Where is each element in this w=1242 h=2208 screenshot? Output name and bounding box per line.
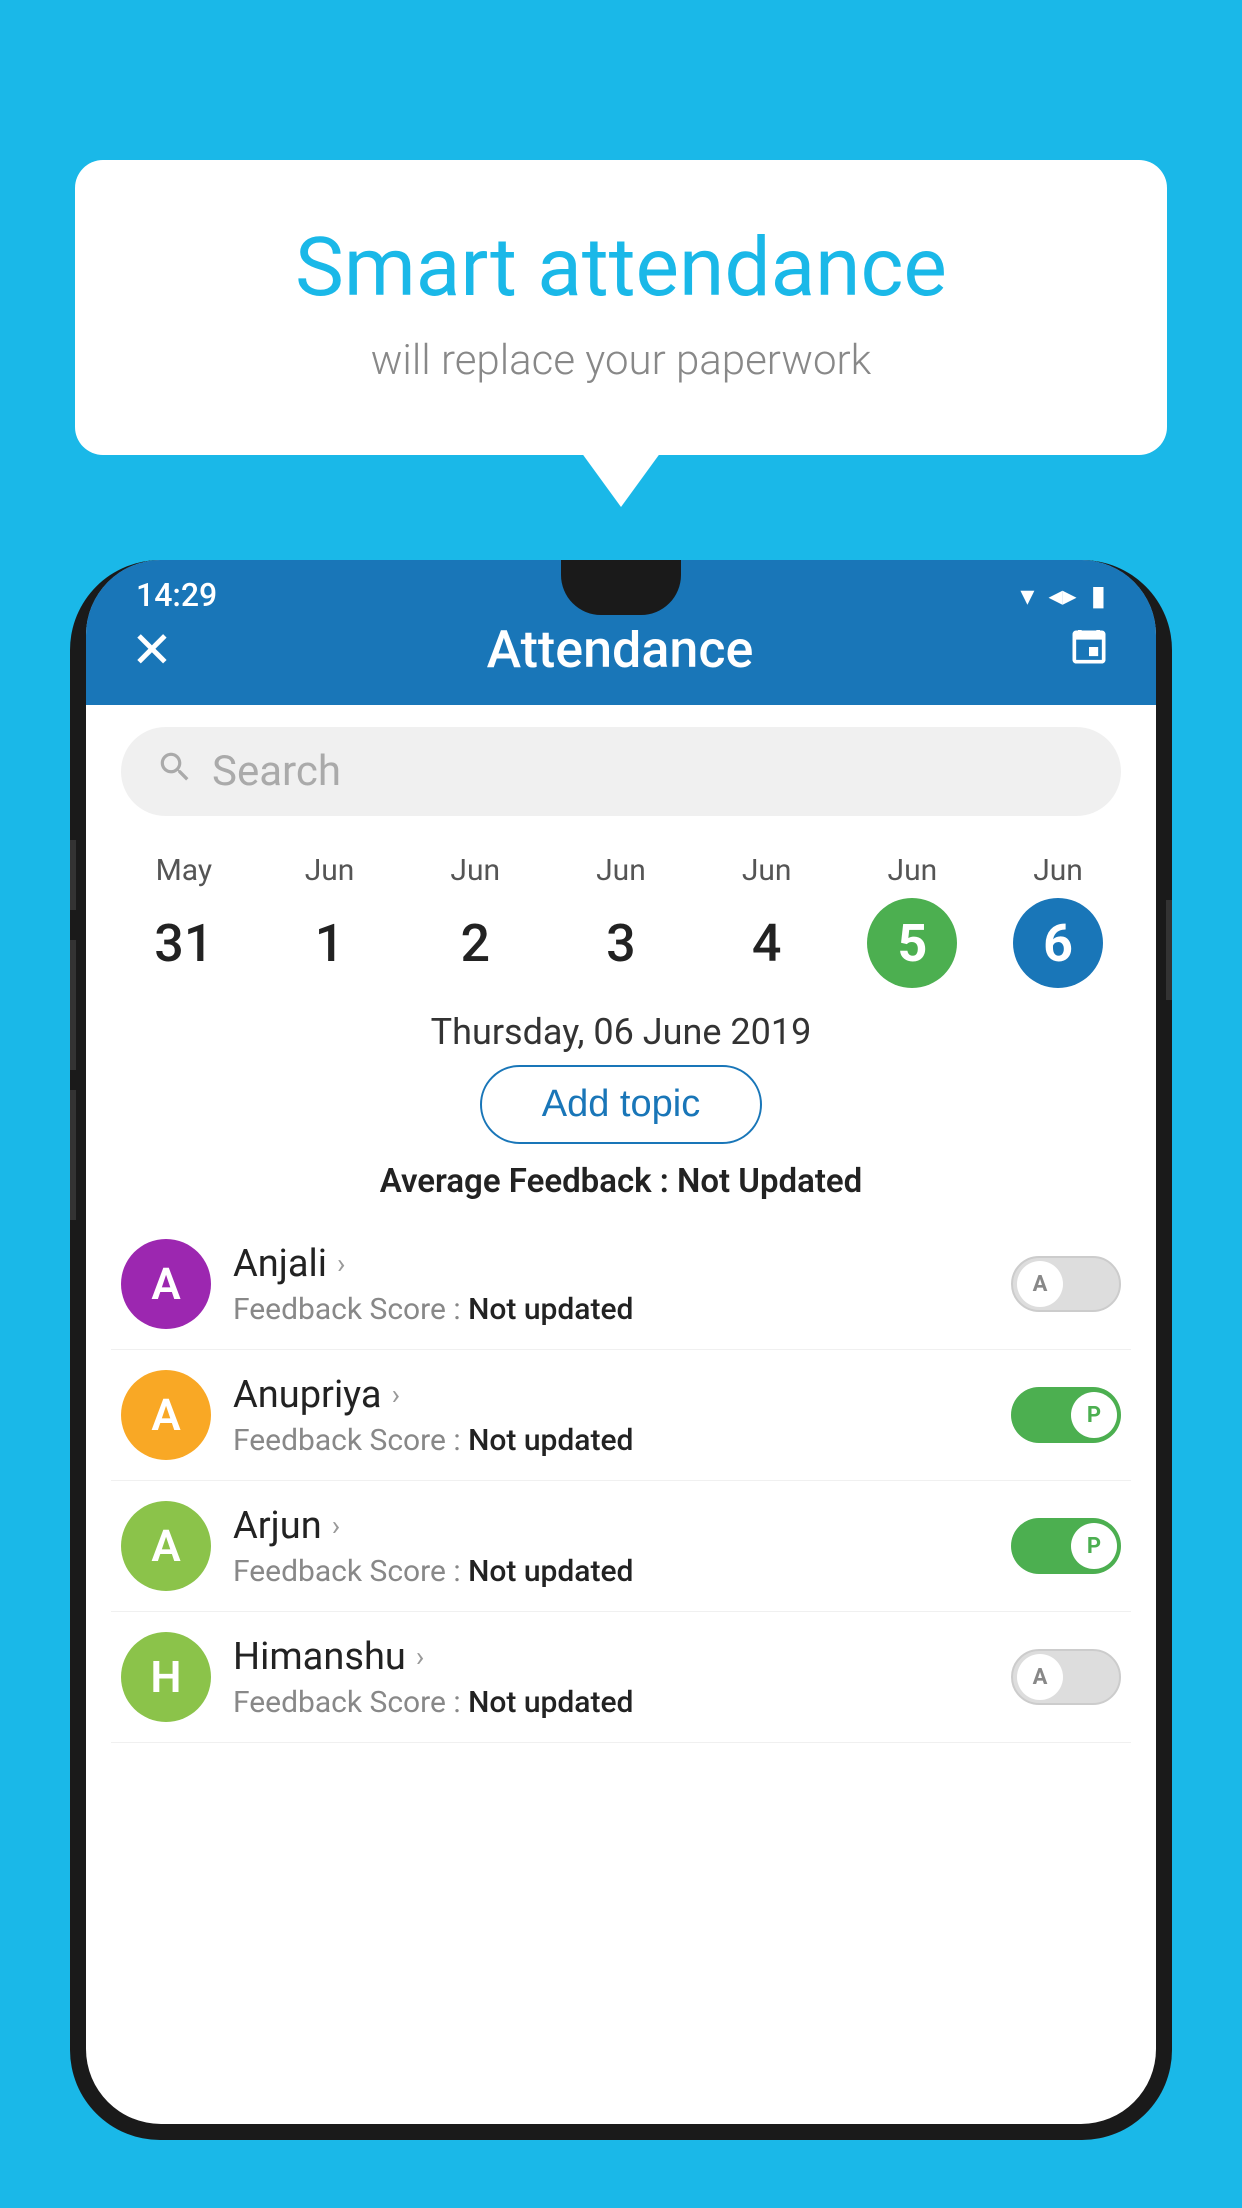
chevron-icon: › [392, 1378, 400, 1411]
student-list: AAnjali ›Feedback Score : Not updatedAAA… [86, 1219, 1156, 1743]
calendar-day[interactable]: Jun 4 [722, 853, 812, 988]
attendance-toggle[interactable]: A [1011, 1649, 1121, 1705]
mute-button [70, 840, 76, 910]
calendar-day[interactable]: May 31 [139, 853, 229, 988]
average-feedback: Average Feedback : Not Updated [86, 1162, 1156, 1201]
avg-feedback-value: Not Updated [677, 1162, 862, 1201]
cal-month-label: Jun [742, 853, 792, 888]
search-icon [156, 748, 194, 796]
power-button [1166, 900, 1172, 1000]
search-bar[interactable]: Search [121, 727, 1121, 816]
notch [561, 560, 681, 615]
cal-date-label: 1 [285, 898, 375, 988]
search-placeholder: Search [212, 747, 341, 796]
student-info: Anjali › Feedback Score : Not updated [233, 1242, 989, 1327]
calendar-day[interactable]: Jun 3 [576, 853, 666, 988]
volume-down-button [70, 1090, 76, 1220]
cal-date-label: 4 [722, 898, 812, 988]
cal-date-label: 5 [867, 898, 957, 988]
battery-icon: ▮ [1091, 579, 1106, 612]
signal-icon: ◂▸ [1048, 579, 1076, 612]
chevron-icon: › [416, 1640, 424, 1673]
feedback-score: Feedback Score : Not updated [233, 1554, 989, 1589]
student-name: Arjun › [233, 1504, 989, 1548]
avg-feedback-label: Average Feedback : [380, 1162, 669, 1201]
attendance-toggle[interactable]: P [1011, 1387, 1121, 1443]
speech-bubble: Smart attendance will replace your paper… [75, 160, 1167, 455]
cal-month-label: Jun [888, 853, 938, 888]
avatar: A [121, 1370, 211, 1460]
student-item[interactable]: A Anjali › Feedback Score : Not updated A [111, 1219, 1131, 1350]
student-item[interactable]: A Anupriya › Feedback Score : Not updated P [111, 1350, 1131, 1481]
cal-month-label: Jun [305, 853, 355, 888]
calendar-day[interactable]: Jun 1 [285, 853, 375, 988]
phone-screen: 14:29 ▾ ◂▸ ▮ ✕ Attendance [86, 560, 1156, 2124]
selected-date-label: Thursday, 06 June 2019 [86, 993, 1156, 1065]
attendance-toggle[interactable]: A [1011, 1256, 1121, 1312]
calendar-icon[interactable] [1067, 625, 1111, 680]
phone-frame: 14:29 ▾ ◂▸ ▮ ✕ Attendance [70, 560, 1172, 2140]
calendar-day[interactable]: Jun 6 [1013, 853, 1103, 988]
feedback-score: Feedback Score : Not updated [233, 1292, 989, 1327]
speech-bubble-title: Smart attendance [155, 220, 1087, 316]
student-name: Himanshu › [233, 1635, 989, 1679]
chevron-icon: › [337, 1247, 345, 1280]
status-icons: ▾ ◂▸ ▮ [1020, 579, 1106, 612]
avatar: A [121, 1501, 211, 1591]
feedback-score: Feedback Score : Not updated [233, 1685, 989, 1720]
student-item[interactable]: A Arjun › Feedback Score : Not updated P [111, 1481, 1131, 1612]
avatar: H [121, 1632, 211, 1722]
wifi-icon: ▾ [1020, 579, 1034, 612]
cal-month-label: Jun [1033, 853, 1083, 888]
student-name: Anjali › [233, 1242, 989, 1286]
speech-bubble-subtitle: will replace your paperwork [155, 336, 1087, 385]
cal-month-label: Jun [450, 853, 500, 888]
speech-bubble-container: Smart attendance will replace your paper… [75, 160, 1167, 455]
calendar-strip: May 31 Jun 1 Jun 2 Jun 3 Jun 4 Jun 5 Jun 6 [86, 838, 1156, 993]
cal-date-label: 2 [430, 898, 520, 988]
avatar: A [121, 1239, 211, 1329]
student-info: Himanshu › Feedback Score : Not updated [233, 1635, 989, 1720]
status-time: 14:29 [136, 576, 217, 614]
cal-month-label: May [156, 853, 212, 888]
chevron-icon: › [332, 1509, 340, 1542]
feedback-score: Feedback Score : Not updated [233, 1423, 989, 1458]
student-info: Anupriya › Feedback Score : Not updated [233, 1373, 989, 1458]
cal-date-label: 31 [139, 898, 229, 988]
add-topic-button[interactable]: Add topic [480, 1065, 762, 1144]
student-name: Anupriya › [233, 1373, 989, 1417]
cal-date-label: 6 [1013, 898, 1103, 988]
cal-date-label: 3 [576, 898, 666, 988]
calendar-day[interactable]: Jun 2 [430, 853, 520, 988]
cal-month-label: Jun [596, 853, 646, 888]
student-info: Arjun › Feedback Score : Not updated [233, 1504, 989, 1589]
volume-up-button [70, 940, 76, 1070]
phone-container: 14:29 ▾ ◂▸ ▮ ✕ Attendance [70, 560, 1172, 2208]
student-item[interactable]: H Himanshu › Feedback Score : Not updated A [111, 1612, 1131, 1743]
calendar-day[interactable]: Jun 5 [867, 853, 957, 988]
attendance-toggle[interactable]: P [1011, 1518, 1121, 1574]
